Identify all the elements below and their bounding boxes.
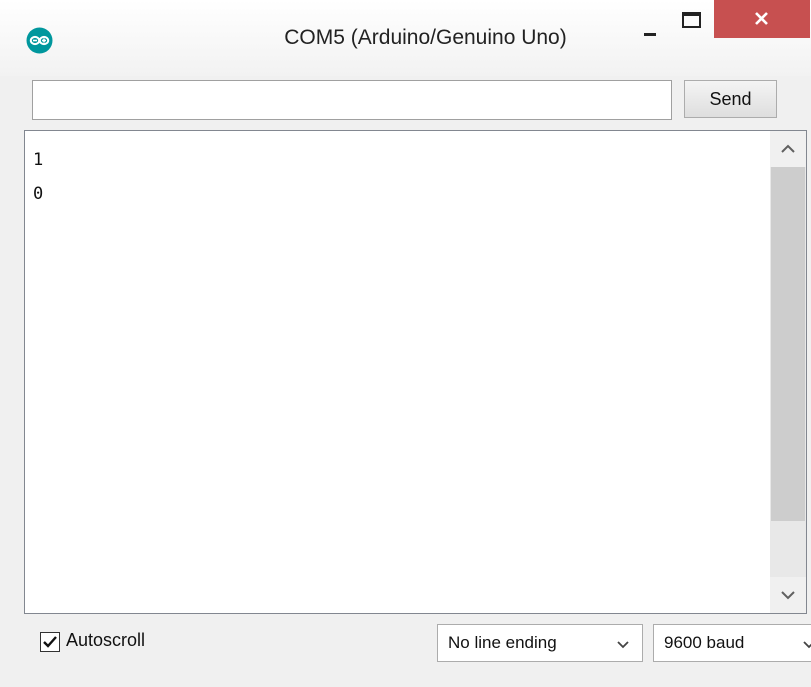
output-line: 0 <box>33 184 44 204</box>
line-ending-value: No line ending <box>448 633 557 652</box>
chevron-down-icon <box>781 591 795 600</box>
checkmark-icon <box>43 636 57 648</box>
maximize-icon <box>682 12 701 28</box>
autoscroll-label[interactable]: Autoscroll <box>66 630 145 651</box>
maximize-button[interactable] <box>670 2 710 38</box>
chevron-down-icon <box>617 641 629 649</box>
chevron-up-icon <box>781 144 795 153</box>
send-button[interactable]: Send <box>684 80 777 118</box>
chevron-down-icon <box>803 641 811 649</box>
serial-send-input[interactable] <box>32 80 672 120</box>
autoscroll-checkbox[interactable] <box>40 632 60 652</box>
serial-monitor-window: COM5 (Arduino/Genuino Uno) Send 1 0 Auto… <box>0 0 811 687</box>
line-ending-select[interactable]: No line ending <box>437 624 643 662</box>
output-lines: 1 0 <box>33 143 43 211</box>
minimize-button[interactable] <box>630 14 670 44</box>
scroll-down-button[interactable] <box>770 577 806 613</box>
title-bar[interactable]: COM5 (Arduino/Genuino Uno) <box>0 0 811 76</box>
minimize-icon <box>644 33 656 36</box>
baud-rate-select[interactable]: 9600 baud <box>653 624 811 662</box>
baud-rate-value: 9600 baud <box>664 633 745 652</box>
scrollbar-thumb[interactable] <box>771 167 805 521</box>
close-button[interactable] <box>714 0 810 38</box>
scroll-up-button[interactable] <box>770 131 806 167</box>
close-icon <box>755 12 768 25</box>
vertical-scrollbar[interactable] <box>770 131 806 613</box>
output-line: 1 <box>33 150 44 170</box>
serial-output-area[interactable]: 1 0 <box>24 130 807 614</box>
